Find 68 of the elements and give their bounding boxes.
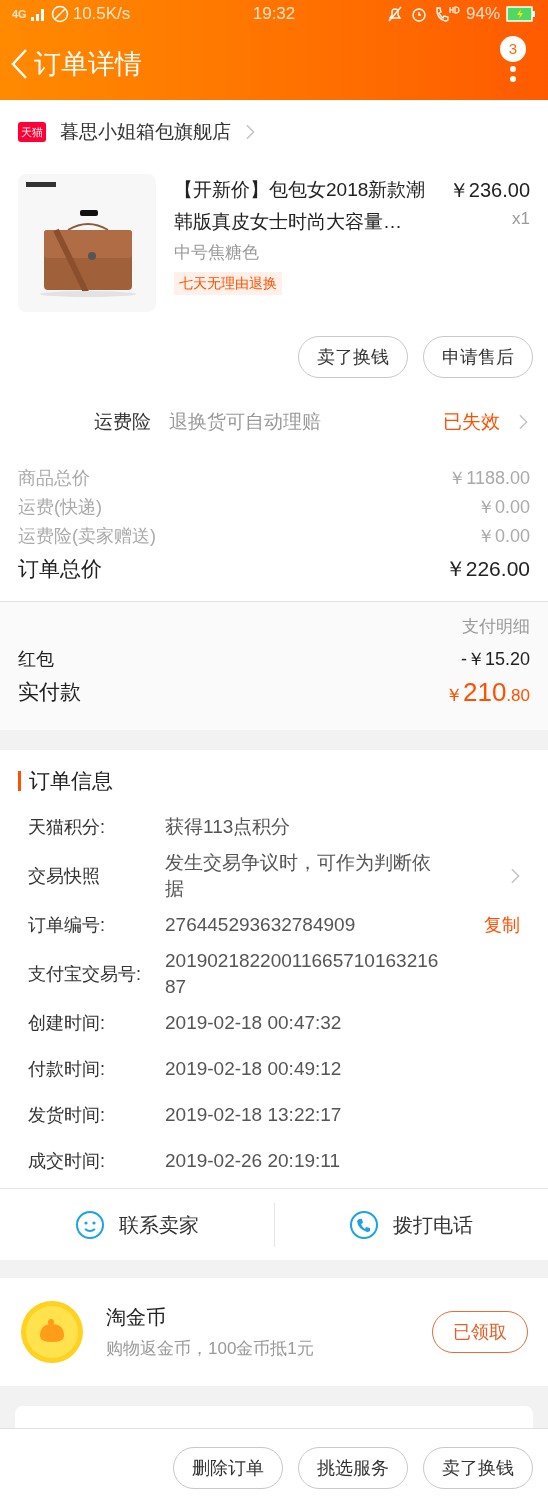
info-value: 2019-02-26 20:19:11: [165, 1149, 342, 1173]
price-label: 运费险(卖家赠送): [18, 525, 156, 548]
info-value[interactable]: 发生交易争议时，可作为判断依据: [165, 850, 445, 902]
battery-percent: 94%: [465, 3, 500, 26]
info-value: 2019021822001166571016321687: [165, 949, 440, 999]
info-label: 交易快照: [28, 864, 101, 888]
action-button[interactable]: 卖了换钱: [298, 336, 408, 378]
action-button[interactable]: 申请售后: [423, 336, 533, 378]
info-label: 创建时间:: [28, 1011, 106, 1035]
network-type: 4G: [12, 6, 27, 22]
price-label: 商品总价: [18, 467, 90, 490]
chevron-right-icon: [518, 414, 528, 430]
contact-button[interactable]: 拨打电话: [349, 1209, 474, 1240]
info-value: 2019-02-18 13:22:17: [165, 1103, 343, 1127]
phone-icon: [349, 1209, 380, 1240]
contact-button[interactable]: 联系卖家: [74, 1209, 199, 1240]
price-value: ￥226.00: [444, 556, 530, 583]
alarm-icon: [409, 5, 428, 23]
price-label: 订单总价: [18, 556, 102, 583]
info-label: 发货时间:: [28, 1103, 106, 1127]
page-title: 订单详情: [34, 47, 143, 81]
price-value: ￥1188.00: [448, 467, 530, 490]
info-label: 订单编号:: [28, 913, 106, 937]
action-button[interactable]: 删除订单: [173, 1447, 283, 1489]
smiley-chat-icon: [74, 1209, 105, 1240]
info-value: 2019-02-18 00:49:12: [165, 1057, 343, 1081]
product-price: ￥236.00: [448, 178, 530, 203]
chevron-right-icon: [245, 124, 255, 140]
return-tag: 七天无理由退换: [174, 271, 282, 295]
action-button[interactable]: 挑选服务: [298, 1447, 408, 1489]
insurance-label: 运费险: [94, 409, 151, 434]
info-label: 天猫积分:: [28, 815, 106, 839]
blocked-icon: [50, 5, 69, 23]
insurance-description: 退换货可自动理赔: [169, 409, 322, 434]
store-name[interactable]: 暮思小姐箱包旗舰店: [60, 117, 231, 147]
info-value: 获得113点积分: [165, 815, 292, 839]
product-sku: 中号焦糖色: [174, 242, 260, 264]
coin-icon: [20, 1300, 84, 1364]
payment-label: 红包: [18, 647, 54, 671]
paid-amount: ￥210.80: [444, 675, 530, 709]
product-title[interactable]: 【开新价】包包女2018新款潮韩版真皮女士时尚大容量…: [174, 174, 441, 238]
price-label: 运费(快递): [18, 496, 102, 519]
back-button[interactable]: [10, 48, 28, 80]
price-value: ￥0.00: [476, 525, 530, 548]
notification-badge: 3: [500, 36, 526, 62]
product-quantity: x1: [512, 208, 530, 230]
phone-hd-icon: [433, 5, 460, 23]
payment-details-title: 支付明细: [462, 616, 530, 638]
battery-charging-icon: [506, 6, 536, 22]
bell-muted-icon: [385, 5, 404, 23]
info-label: 成交时间:: [28, 1149, 106, 1173]
action-button[interactable]: 卖了换钱: [423, 1447, 533, 1489]
network-speed: 10.5K/s: [72, 3, 131, 26]
section-title: 订单信息: [29, 768, 113, 795]
coin-description: 购物返金币，100金币抵1元: [106, 1338, 315, 1361]
info-label: 付款时间:: [28, 1057, 106, 1081]
back-icon: [10, 48, 28, 80]
info-label: 支付宝交易号:: [28, 962, 142, 986]
store-badge: 天猫: [18, 122, 46, 142]
info-value: 276445293632784909: [165, 913, 357, 937]
info-value: 2019-02-18 00:47:32: [165, 1011, 343, 1035]
signal-icon: [30, 7, 47, 21]
chevron-right-icon: [510, 868, 520, 884]
coin-title: 淘金币: [106, 1305, 167, 1331]
price-value: ￥0.00: [476, 496, 530, 519]
clock-time: 19:32: [251, 3, 297, 26]
payment-value: -￥15.20: [460, 647, 530, 671]
paid-label: 实付款: [18, 679, 81, 706]
